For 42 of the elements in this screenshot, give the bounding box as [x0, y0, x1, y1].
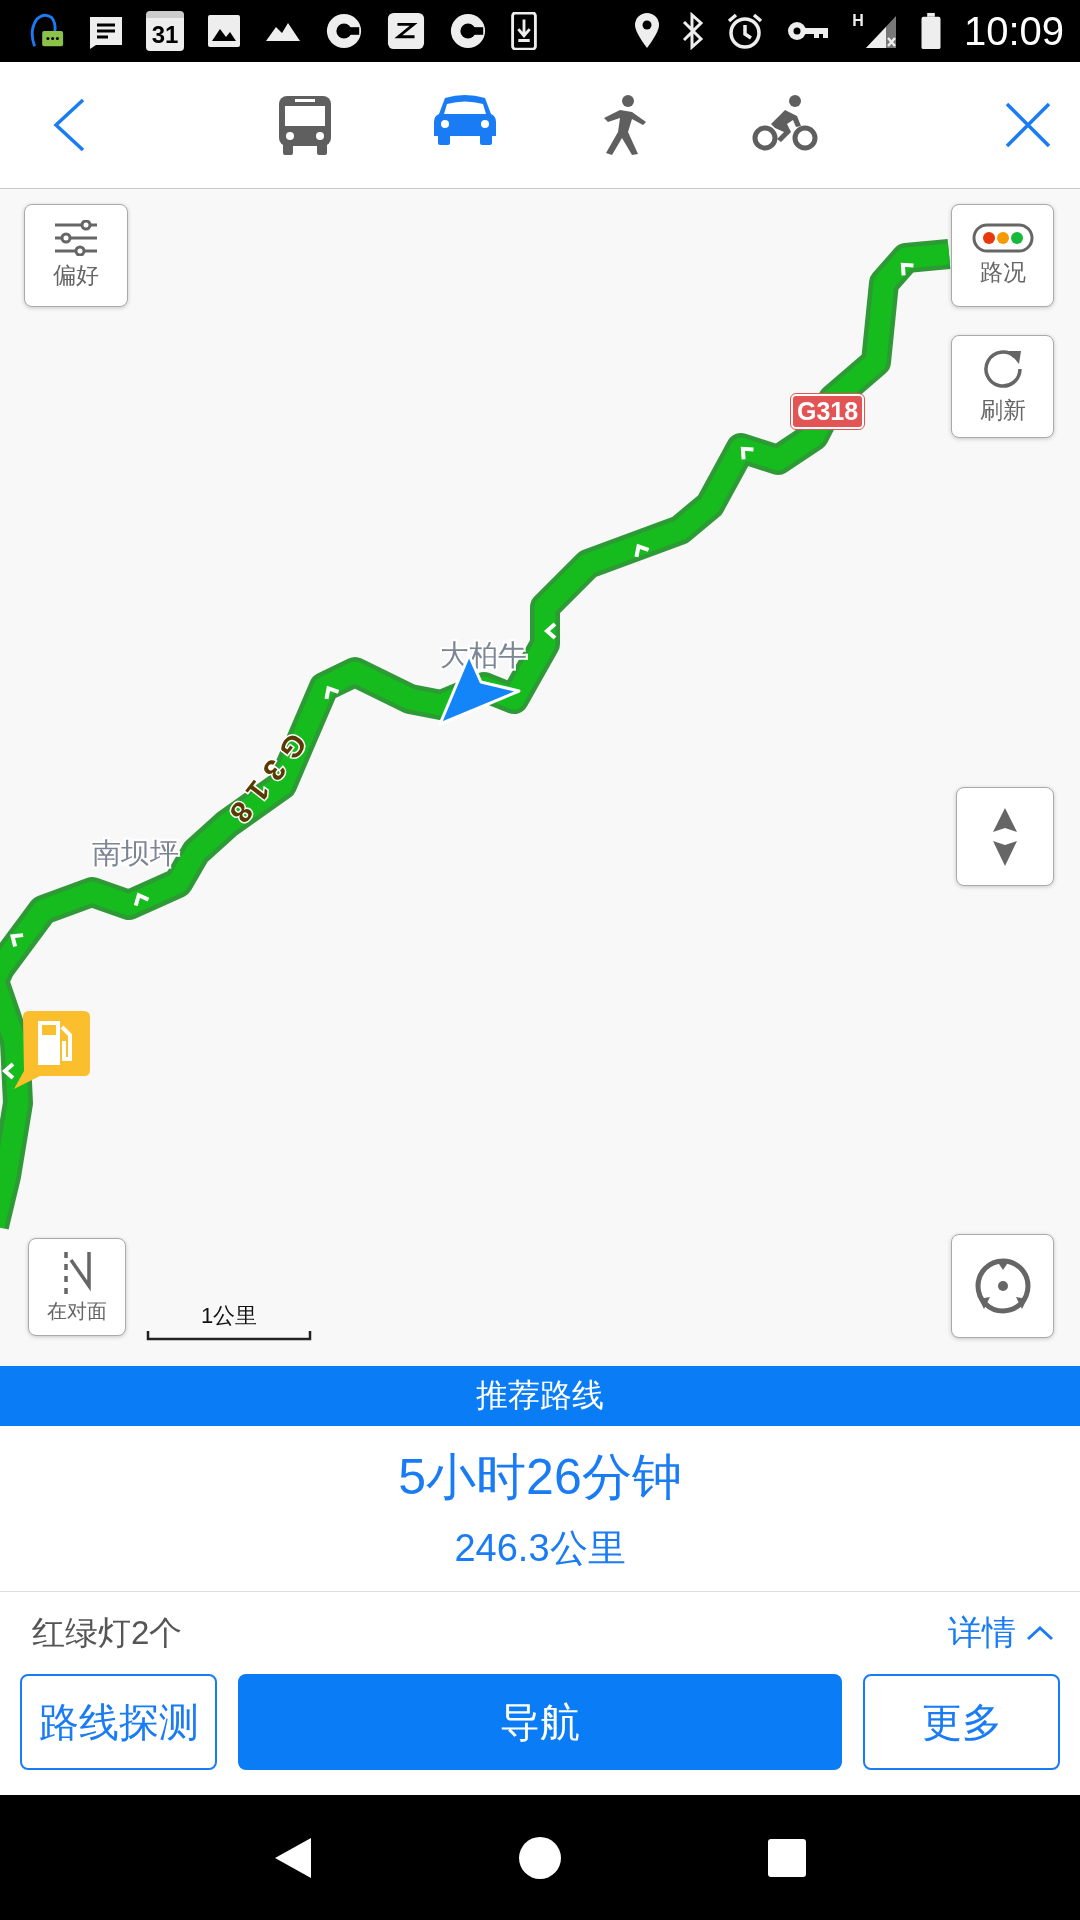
fuel-station-icon — [14, 1011, 90, 1089]
navigate-button[interactable]: 导航 — [238, 1674, 842, 1770]
battery-icon — [919, 12, 942, 50]
traffic-light-icon — [971, 223, 1034, 253]
c-circle-icon — [324, 12, 364, 50]
place-label: 南坝坪 — [92, 837, 179, 869]
up-down-arrows-icon — [992, 807, 1018, 866]
tilt-button[interactable] — [956, 787, 1054, 886]
location-pin-icon — [634, 12, 661, 50]
network-type: H — [852, 12, 864, 30]
zigzag-icon — [386, 12, 426, 50]
bluetooth-icon — [682, 12, 705, 50]
car-icon — [433, 94, 497, 146]
download-icon — [510, 12, 538, 50]
cyclist-icon — [751, 94, 819, 152]
c-circle-icon — [448, 12, 488, 50]
route-distance: 246.3公里 — [454, 1525, 626, 1571]
refresh-button[interactable]: 刷新 — [951, 335, 1054, 438]
preferences-button[interactable]: 偏好 — [24, 204, 128, 307]
compass-button[interactable]: 在对面 — [28, 1238, 126, 1336]
close-icon[interactable] — [1004, 101, 1052, 149]
locate-icon — [973, 1257, 1032, 1315]
calendar-icon: 31 — [146, 11, 184, 51]
route-button[interactable]: 更多 — [863, 1674, 1060, 1770]
recents-icon[interactable] — [767, 1837, 808, 1878]
traffic-light-count: 红绿灯2个 — [32, 1612, 183, 1653]
image-icon — [206, 12, 242, 50]
clock-time: 10:09 — [963, 8, 1064, 54]
locate-button[interactable] — [951, 1234, 1054, 1338]
caret-icon — [1026, 1625, 1054, 1641]
traffic-button[interactable]: 路况 — [951, 204, 1054, 307]
home-icon[interactable] — [518, 1835, 562, 1880]
sliders-icon — [53, 220, 99, 256]
road-shield: G318 — [791, 394, 865, 429]
scale-label: 1公里 — [199, 1302, 259, 1330]
route-banner: 推荐路线 — [0, 1366, 1080, 1426]
route-duration: 5小时26分钟 — [398, 1447, 682, 1507]
compass-icon — [62, 1249, 92, 1294]
bus-icon — [277, 94, 333, 156]
alarm-clock-icon — [726, 12, 765, 50]
details-button[interactable]: 详情 — [948, 1610, 1054, 1656]
route-button[interactable]: 路线探测 — [20, 1674, 217, 1770]
